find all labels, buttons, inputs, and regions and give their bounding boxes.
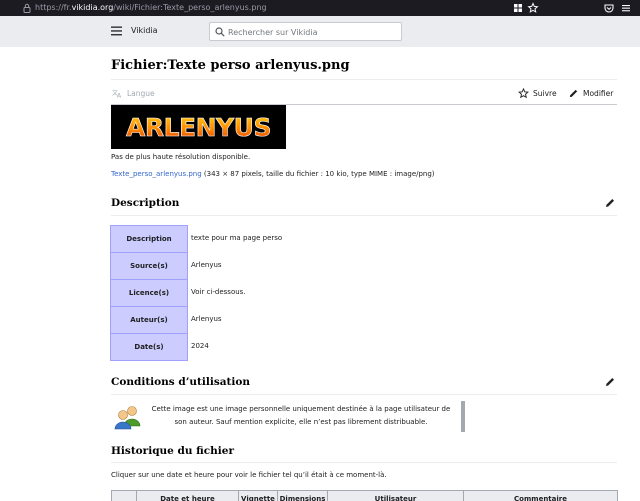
history-heading: Historique du fichier (111, 445, 235, 457)
information-table: Description texte pour ma page perso Sou… (110, 225, 488, 361)
edit-label: Modifier (583, 88, 614, 98)
history-col-user: Utilisateur (327, 490, 464, 501)
arlenyus-logo-image: ARLENYUS (126, 113, 272, 143)
pencil-icon (569, 89, 578, 97)
browser-toolbar: https://fr.vikidia.org/wiki/Fichier:Text… (0, 0, 640, 16)
search-box[interactable] (209, 22, 402, 41)
history-col-dimensions: Dimensions (277, 490, 328, 501)
page-title: Fichier:Texte perso arlenyus.png (111, 58, 350, 73)
url-path: /wiki/Fichier:Texte_perso_arlenyus.png (113, 3, 267, 12)
history-intro: Cliquer sur une date et heure pour voir … (111, 471, 387, 479)
table-row: Licence(s) Voir ci-dessous. (110, 279, 488, 307)
bookmark-star-icon[interactable] (527, 2, 539, 14)
license-value: Voir ci-dessous. (191, 287, 246, 296)
history-divider (111, 462, 617, 463)
conditions-divider (111, 394, 617, 395)
address-bar[interactable]: https://fr.vikidia.org/wiki/Fichier:Text… (35, 1, 267, 15)
source-value: Arlenyus (191, 260, 222, 269)
language-label: Langue (127, 88, 155, 98)
author-label: Auteur(s) (110, 306, 188, 334)
file-details: (343 × 87 pixels, taille du fichier : 10… (201, 170, 435, 178)
date-value: 2024 (191, 341, 209, 350)
site-logo-text[interactable]: Vikidia (131, 25, 158, 37)
extensions-grid-icon[interactable] (512, 2, 524, 14)
history-table-header-row: Date et heure Vignette Dimensions Utilis… (111, 490, 618, 501)
svg-text:A: A (117, 93, 122, 99)
language-button[interactable]: 文 A Langue (112, 87, 155, 99)
file-info: Texte_perso_arlenyus.png (343 × 87 pixel… (111, 169, 435, 179)
search-input[interactable] (228, 25, 398, 39)
star-icon (518, 87, 529, 98)
author-value: Arlenyus (191, 314, 222, 323)
edit-section-pencil-icon[interactable] (604, 197, 616, 209)
site-header: Vikidia (0, 16, 640, 47)
usage-notice: Cette image est une image personnelle un… (111, 401, 465, 432)
watch-button[interactable]: Suivre (518, 87, 557, 99)
watch-label: Suivre (533, 88, 557, 98)
source-label: Source(s) (110, 252, 188, 280)
no-higher-resolution-note: Pas de plus haute résolution disponible. (111, 153, 251, 161)
file-preview-image[interactable]: ARLENYUS (111, 105, 286, 149)
description-divider (111, 215, 617, 216)
url-domain: vikidia.org (71, 3, 114, 12)
history-col-comment: Commentaire (463, 490, 618, 501)
history-col-blank (111, 490, 137, 501)
table-row: Date(s) 2024 (110, 333, 488, 361)
app-menu-icon[interactable] (620, 2, 632, 14)
history-table: Date et heure Vignette Dimensions Utilis… (111, 490, 618, 501)
history-col-datetime: Date et heure (136, 490, 239, 501)
conditions-heading: Conditions d’utilisation (111, 376, 251, 388)
table-row: Source(s) Arlenyus (110, 252, 488, 280)
description-value: texte pour ma page perso (191, 233, 283, 242)
license-label: Licence(s) (110, 279, 188, 307)
search-icon (215, 27, 225, 37)
file-link[interactable]: Texte_perso_arlenyus.png (111, 170, 202, 178)
table-row: Auteur(s) Arlenyus (110, 306, 488, 334)
pocket-icon[interactable] (603, 2, 615, 14)
edit-button[interactable]: Modifier (568, 87, 613, 99)
date-label: Date(s) (110, 333, 188, 361)
translate-icon: 文 A (112, 89, 122, 99)
history-col-thumbnail: Vignette (238, 490, 278, 501)
users-icon (114, 406, 141, 430)
edit-section-pencil-icon[interactable] (604, 376, 616, 388)
title-divider (111, 79, 617, 80)
usage-notice-line-1: Cette image est une image personnelle un… (151, 405, 451, 413)
description-label: Description (110, 225, 188, 253)
main-menu-icon[interactable] (111, 26, 123, 36)
svg-text:ARLENYUS: ARLENYUS (126, 113, 271, 142)
url-prefix: https://fr. (35, 3, 72, 12)
lock-icon (23, 3, 31, 13)
usage-notice-text: Cette image est une image personnelle un… (145, 403, 457, 429)
usage-notice-line-2: son auteur. Sauf mention explicite, elle… (174, 418, 428, 426)
description-heading: Description (111, 197, 180, 209)
table-row: Description texte pour ma page perso (110, 225, 488, 253)
